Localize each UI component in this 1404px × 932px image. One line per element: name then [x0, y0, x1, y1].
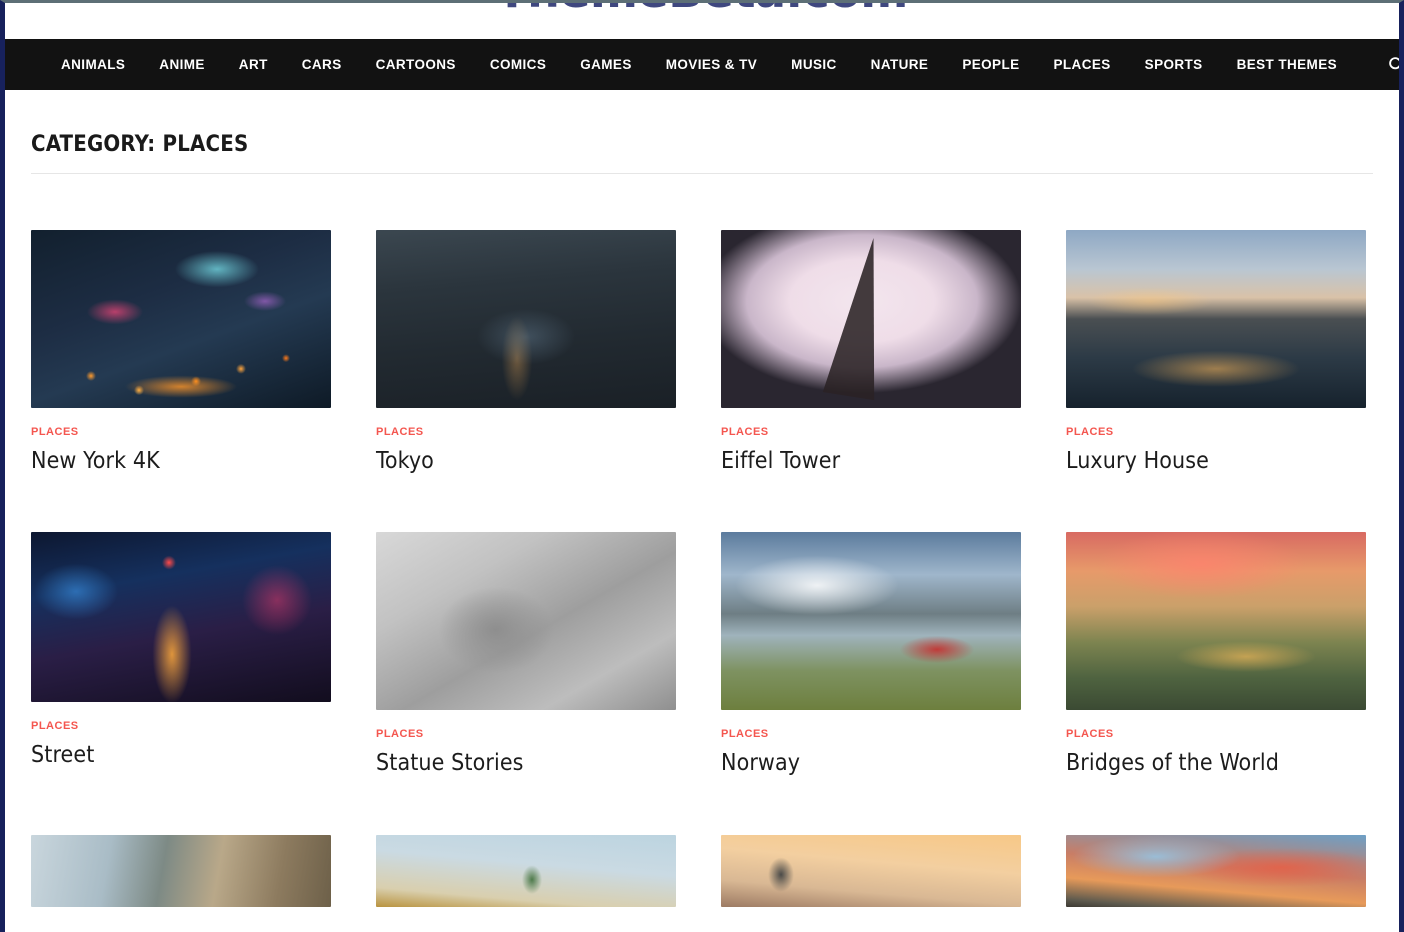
post-title[interactable]: Statue Stories — [376, 740, 683, 776]
site-header: ThemeBeta.com — [5, 3, 1399, 39]
post-thumbnail[interactable] — [1066, 834, 1366, 907]
nav-item-cars[interactable]: CARS — [285, 39, 359, 90]
post-category-label[interactable]: PLACES — [721, 710, 1028, 740]
post-title[interactable]: Eiffel Tower — [721, 438, 1028, 474]
row-spacer — [721, 474, 1028, 532]
post-category-label[interactable]: PLACES — [31, 408, 338, 438]
post-thumbnail[interactable] — [721, 834, 1021, 907]
post-card[interactable] — [31, 834, 338, 907]
post-category-label[interactable]: PLACES — [376, 710, 683, 740]
post-title[interactable]: Norway — [721, 740, 1028, 776]
post-title[interactable]: Luxury House — [1066, 438, 1373, 474]
row-spacer — [1066, 474, 1373, 532]
post-title[interactable]: Bridges of the World — [1066, 740, 1373, 776]
post-card[interactable]: PLACES Street — [31, 532, 338, 776]
main-content: CATEGORY: PLACES PLACES New York 4K PLACES… — [5, 90, 1399, 907]
post-category-label[interactable]: PLACES — [1066, 408, 1373, 438]
post-title[interactable]: Street — [31, 732, 338, 768]
search-button[interactable] — [1354, 56, 1399, 73]
post-thumbnail[interactable] — [376, 532, 676, 711]
post-category-label[interactable]: PLACES — [1066, 710, 1373, 740]
row-spacer — [31, 777, 338, 835]
post-card[interactable] — [1066, 834, 1373, 907]
post-category-label[interactable]: PLACES — [721, 408, 1028, 438]
row-spacer — [31, 474, 338, 532]
nav-item-places[interactable]: PLACES — [1037, 39, 1128, 90]
main-navigation: ANIMALS ANIME ART CARS CARTOONS COMICS GAMES MO… — [5, 39, 1399, 90]
post-card[interactable]: PLACES Luxury House — [1066, 230, 1373, 474]
post-category-label[interactable]: PLACES — [31, 702, 338, 732]
post-thumbnail[interactable] — [31, 532, 331, 703]
post-card[interactable] — [721, 834, 1028, 907]
post-card[interactable] — [376, 834, 683, 907]
post-thumbnail[interactable] — [721, 532, 1021, 711]
post-card[interactable]: PLACES Bridges of the World — [1066, 532, 1373, 776]
page-title: CATEGORY: PLACES — [31, 132, 249, 157]
post-thumbnail[interactable] — [376, 230, 676, 408]
nav-item-comics[interactable]: COMICS — [473, 39, 563, 90]
nav-item-cartoons[interactable]: CARTOONS — [359, 39, 473, 90]
nav-item-nature[interactable]: NATURE — [854, 39, 946, 90]
nav-item-animals[interactable]: ANIMALS — [45, 39, 142, 90]
nav-item-games[interactable]: GAMES — [563, 39, 649, 90]
post-thumbnail[interactable] — [1066, 532, 1366, 711]
nav-item-art[interactable]: ART — [222, 39, 285, 90]
row-spacer — [721, 777, 1028, 835]
search-icon — [1388, 56, 1399, 73]
post-thumbnail[interactable] — [31, 834, 331, 907]
nav-item-people[interactable]: PEOPLE — [945, 39, 1036, 90]
post-category-label[interactable]: PLACES — [376, 408, 683, 438]
row-spacer — [1066, 777, 1373, 835]
post-card[interactable]: PLACES Eiffel Tower — [721, 230, 1028, 474]
post-card[interactable]: PLACES Norway — [721, 532, 1028, 776]
nav-item-best-themes[interactable]: BEST THEMES — [1220, 39, 1354, 90]
post-title[interactable]: Tokyo — [376, 438, 683, 474]
nav-list: ANIMALS ANIME ART CARS CARTOONS COMICS GAMES MO… — [45, 39, 1354, 90]
post-card[interactable]: PLACES New York 4K — [31, 230, 338, 474]
site-logo[interactable]: ThemeBeta.com — [496, 3, 908, 18]
nav-item-music[interactable]: MUSIC — [774, 39, 854, 90]
post-card[interactable]: PLACES Tokyo — [376, 230, 683, 474]
nav-item-sports[interactable]: SPORTS — [1128, 39, 1220, 90]
post-thumbnail[interactable] — [1066, 230, 1366, 408]
post-card[interactable]: PLACES Statue Stories — [376, 532, 683, 776]
nav-item-anime[interactable]: ANIME — [142, 39, 222, 90]
post-thumbnail[interactable] — [31, 230, 331, 408]
post-title[interactable]: New York 4K — [31, 438, 338, 474]
post-grid: PLACES New York 4K PLACES Tokyo PLACES Eiffel… — [31, 174, 1373, 907]
post-thumbnail[interactable] — [721, 230, 1021, 408]
nav-item-movies-tv[interactable]: MOVIES & TV — [649, 39, 774, 90]
row-spacer — [376, 777, 683, 835]
browser-viewport: ThemeBeta.com ANIMALSANIMEARTCARSCARTOON… — [0, 0, 1404, 932]
row-spacer — [376, 474, 683, 532]
post-thumbnail[interactable] — [376, 834, 676, 907]
